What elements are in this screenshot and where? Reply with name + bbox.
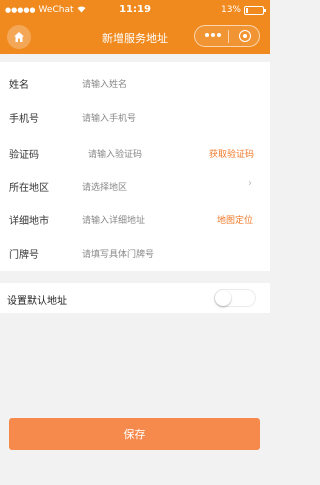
door-input[interactable]: 请填写具体门牌号 <box>82 247 154 260</box>
get-code-button[interactable]: 获取验证码 <box>209 147 254 160</box>
toggle-knob <box>215 290 231 306</box>
region-select[interactable]: 请选择地区 <box>82 180 127 193</box>
default-address-toggle[interactable] <box>214 289 256 307</box>
door-label: 门牌号 <box>9 250 39 261</box>
capsule-divider <box>228 30 229 43</box>
navigation-bar: 新增服务地址 <box>0 20 270 54</box>
region-label: 所在地区 <box>9 183 49 194</box>
region-row[interactable]: 所在地区 请选择地区 › <box>0 167 270 201</box>
name-row[interactable]: 姓名 请输入姓名 <box>0 64 270 98</box>
battery-icon <box>244 5 266 15</box>
code-label: 验证码 <box>9 150 39 161</box>
status-bar: ●●●●● WeChat 11:19 13% <box>0 0 270 20</box>
battery-percent: 13% <box>220 5 241 15</box>
phone-row[interactable]: 手机号 请输入手机号 <box>0 98 270 132</box>
code-row[interactable]: 验证码 请输入验证码 获取验证码 <box>0 134 270 168</box>
status-right: 13% <box>220 5 266 15</box>
address-label: 详细地市 <box>9 216 49 227</box>
mini-program-capsule <box>194 25 260 47</box>
default-address-row: 设置默认地址 <box>0 283 270 313</box>
name-input[interactable]: 请输入姓名 <box>82 77 127 90</box>
capsule-close-icon[interactable] <box>239 30 251 42</box>
map-locate-button[interactable]: 地图定位 <box>217 213 253 226</box>
more-dots-icon[interactable] <box>205 33 221 37</box>
phone-label: 手机号 <box>9 114 39 125</box>
door-row[interactable]: 门牌号 请填写具体门牌号 <box>0 234 270 268</box>
phone-input[interactable]: 请输入手机号 <box>82 111 136 124</box>
address-row[interactable]: 详细地市 请输入详细地址 地图定位 <box>0 200 270 234</box>
code-input[interactable]: 请输入验证码 <box>88 147 142 160</box>
address-input[interactable]: 请输入详细地址 <box>82 213 145 226</box>
save-button[interactable]: 保存 <box>9 418 260 450</box>
name-label: 姓名 <box>9 80 29 91</box>
default-address-label: 设置默认地址 <box>7 296 67 307</box>
chevron-right-icon: › <box>248 178 252 189</box>
address-form: 姓名 请输入姓名 手机号 请输入手机号 验证码 请输入验证码 获取验证码 所在地… <box>0 62 270 271</box>
